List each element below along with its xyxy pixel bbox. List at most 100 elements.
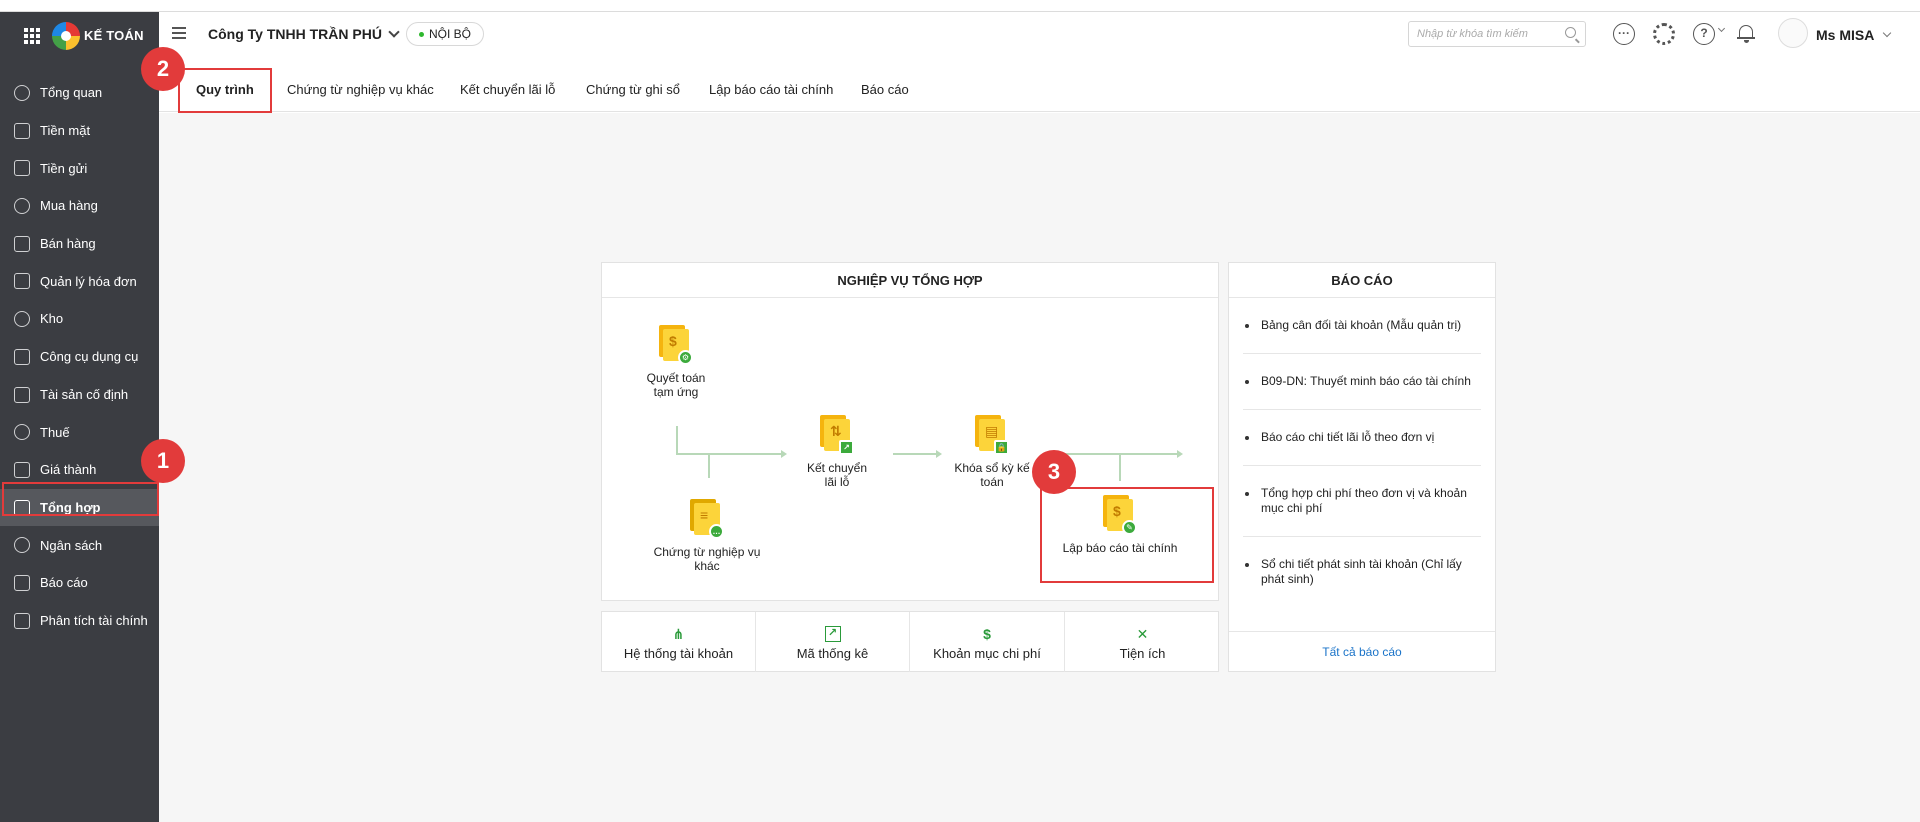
step-advance-settlement[interactable]: $ ⚙ Quyết toán tạm ứng — [636, 325, 716, 399]
account-tree-icon: ⋔ — [672, 626, 685, 642]
step-number-2: 2 — [141, 47, 185, 91]
sidebar-item-2[interactable]: Tiền gửi — [0, 149, 159, 187]
top-strip — [0, 0, 1920, 12]
utility-chart-of-accounts[interactable]: ⋔ Hệ thống tài khoản — [602, 612, 756, 672]
sidebar-item-label: Tiền gửi — [40, 160, 88, 176]
cash-icon — [14, 122, 30, 139]
user-menu[interactable]: Ms MISA — [1816, 27, 1892, 43]
search-input[interactable] — [1409, 22, 1559, 46]
utility-label: Tiện ích — [1119, 646, 1166, 661]
sidebar-item-6[interactable]: Kho — [0, 300, 159, 338]
all-reports-link[interactable]: Tất cả báo cáo — [1229, 631, 1495, 671]
report-item[interactable]: Sổ chi tiết phát sinh tài khoản (Chỉ lấy… — [1243, 537, 1481, 607]
search-icon[interactable] — [1565, 27, 1576, 38]
utility-label: Mã thống kê — [796, 646, 869, 661]
lock-period-icon: ▤ 🔒 — [975, 415, 1009, 455]
connector — [676, 453, 782, 455]
sidebar-item-14[interactable]: Phân tích tài chính — [0, 602, 159, 640]
connector — [1119, 453, 1121, 481]
status-badge[interactable]: NỘI BỘ — [406, 22, 485, 46]
bar-chart-icon — [14, 574, 30, 591]
cart-icon — [14, 235, 30, 252]
shopping-bag-icon — [14, 198, 30, 215]
bank-icon — [14, 160, 30, 177]
tab-posting-vouchers[interactable]: Chứng từ ghi sổ — [586, 82, 680, 97]
tools-icon — [14, 348, 30, 365]
sidebar-item-9[interactable]: Thuế — [0, 413, 159, 451]
report-item[interactable]: Báo cáo chi tiết lãi lỗ theo đơn vị — [1243, 410, 1481, 466]
highlight-financial-report — [1040, 487, 1214, 583]
utility-tools-icon: ✕ — [1136, 626, 1149, 642]
arrow-icon — [1177, 450, 1183, 458]
report-item[interactable]: B09-DN: Thuyết minh báo cáo tài chính — [1243, 354, 1481, 410]
invoice-icon — [14, 273, 30, 290]
dashboard-icon — [14, 85, 30, 101]
company-name: Công Ty TNHH TRẦN PHÚ — [208, 26, 382, 42]
process-title: NGHIỆP VỤ TỔNG HỢP — [602, 263, 1218, 298]
sidebar-item-1[interactable]: Tiền mặt — [0, 112, 159, 150]
report-item[interactable]: Tổng hợp chi phí theo đơn vị và khoản mụ… — [1243, 466, 1481, 537]
bell-icon[interactable] — [1737, 23, 1755, 43]
misa-logo-icon — [52, 22, 80, 50]
arrow-icon — [781, 450, 787, 458]
sidebar-item-label: Thuế — [40, 424, 70, 440]
chevron-down-icon — [388, 26, 400, 38]
sidebar: KẾ TOÁN Tổng quan Tiền mặt Tiền gửi Mua hàn… — [0, 12, 159, 822]
utility-label: Hệ thống tài khoản — [623, 646, 734, 661]
tab-financial-report[interactable]: Lập báo cáo tài chính — [709, 82, 833, 97]
company-selector[interactable]: Công Ty TNHH TRẦN PHÚ — [208, 26, 400, 42]
step-lock-period[interactable]: ▤ 🔒 Khóa sổ kỳ kế toán — [954, 415, 1030, 489]
sidebar-item-label: Phân tích tài chính — [40, 612, 148, 628]
utility-cost-item[interactable]: $ Khoản mục chi phí — [910, 612, 1065, 672]
utilities-panel: ⋔ Hệ thống tài khoản ↗ Mã thống kê $ Kho… — [601, 611, 1219, 672]
sidebar-item-3[interactable]: Mua hàng — [0, 187, 159, 225]
sidebar-item-13[interactable]: Báo cáo — [0, 564, 159, 602]
reports-list: Bảng cân đối tài khoản (Mẫu quản trị) B0… — [1229, 298, 1495, 607]
report-item[interactable]: Bảng cân đối tài khoản (Mẫu quản trị) — [1243, 298, 1481, 354]
step-lock-label: Khóa sổ kỳ kế toán — [954, 461, 1030, 489]
budget-icon — [14, 537, 30, 554]
sidebar-nav: Tổng quan Tiền mặt Tiền gửi Mua hàng Bán hàn… — [0, 74, 159, 639]
tab-reports[interactable]: Báo cáo — [861, 82, 909, 97]
avatar[interactable] — [1778, 18, 1808, 48]
chevron-down-icon — [1883, 28, 1892, 38]
more-options-icon[interactable]: ··· — [1613, 23, 1635, 45]
sidebar-item-label: Tiền mặt — [40, 123, 91, 139]
sidebar-item-label: Ngân sách — [40, 537, 103, 553]
sidebar-item-5[interactable]: Quản lý hóa đơn — [0, 262, 159, 300]
highlight-tab-process — [178, 68, 272, 113]
line-chart-icon — [14, 612, 30, 629]
step-transfer-label: Kết chuyển lãi lỗ — [806, 461, 868, 489]
car-icon — [14, 386, 30, 403]
tab-bar: Quy trình Chứng từ nghiệp vụ khác Kết ch… — [159, 70, 1920, 112]
sidebar-item-label: Tài sản cố định — [40, 386, 129, 402]
hamburger-menu-icon[interactable] — [172, 27, 186, 39]
help-chevron-icon[interactable] — [1717, 24, 1726, 33]
gear-icon[interactable] — [1653, 23, 1675, 45]
step-number-1: 1 — [141, 439, 185, 483]
step-other-vouchers[interactable]: ≡… Chứng từ nghiệp vụ khác — [652, 499, 762, 573]
statistics-icon: ↗ — [824, 626, 841, 642]
logo-text: KẾ TOÁN — [84, 28, 144, 43]
advance-settlement-icon: $ ⚙ — [659, 325, 693, 365]
utility-statistics-code[interactable]: ↗ Mã thống kê — [756, 612, 910, 672]
tab-other-vouchers[interactable]: Chứng từ nghiệp vụ khác — [287, 82, 434, 97]
sidebar-item-label: Mua hàng — [40, 198, 98, 214]
user-name: Ms MISA — [1816, 27, 1875, 43]
sidebar-item-0[interactable]: Tổng quan — [0, 74, 159, 112]
step-profit-transfer[interactable]: ⇅ ↗ Kết chuyển lãi lỗ — [802, 415, 872, 489]
sidebar-item-label: Bán hàng — [40, 236, 96, 252]
sidebar-item-12[interactable]: Ngân sách — [0, 526, 159, 564]
help-icon[interactable]: ? — [1693, 23, 1715, 45]
other-vouchers-icon: ≡… — [690, 499, 724, 539]
step-other-label: Chứng từ nghiệp vụ khác — [653, 545, 761, 573]
sidebar-item-8[interactable]: Tài sản cố định — [0, 376, 159, 414]
sidebar-item-7[interactable]: Công cụ dụng cụ — [0, 338, 159, 376]
sidebar-item-4[interactable]: Bán hàng — [0, 225, 159, 263]
search-box — [1408, 21, 1586, 47]
sidebar-item-label: Báo cáo — [40, 575, 88, 591]
arrow-icon — [936, 450, 942, 458]
utility-tools[interactable]: ✕ Tiện ích — [1065, 612, 1220, 672]
tab-profit-transfer[interactable]: Kết chuyển lãi lỗ — [460, 82, 555, 97]
apps-grid-icon[interactable] — [24, 28, 40, 44]
